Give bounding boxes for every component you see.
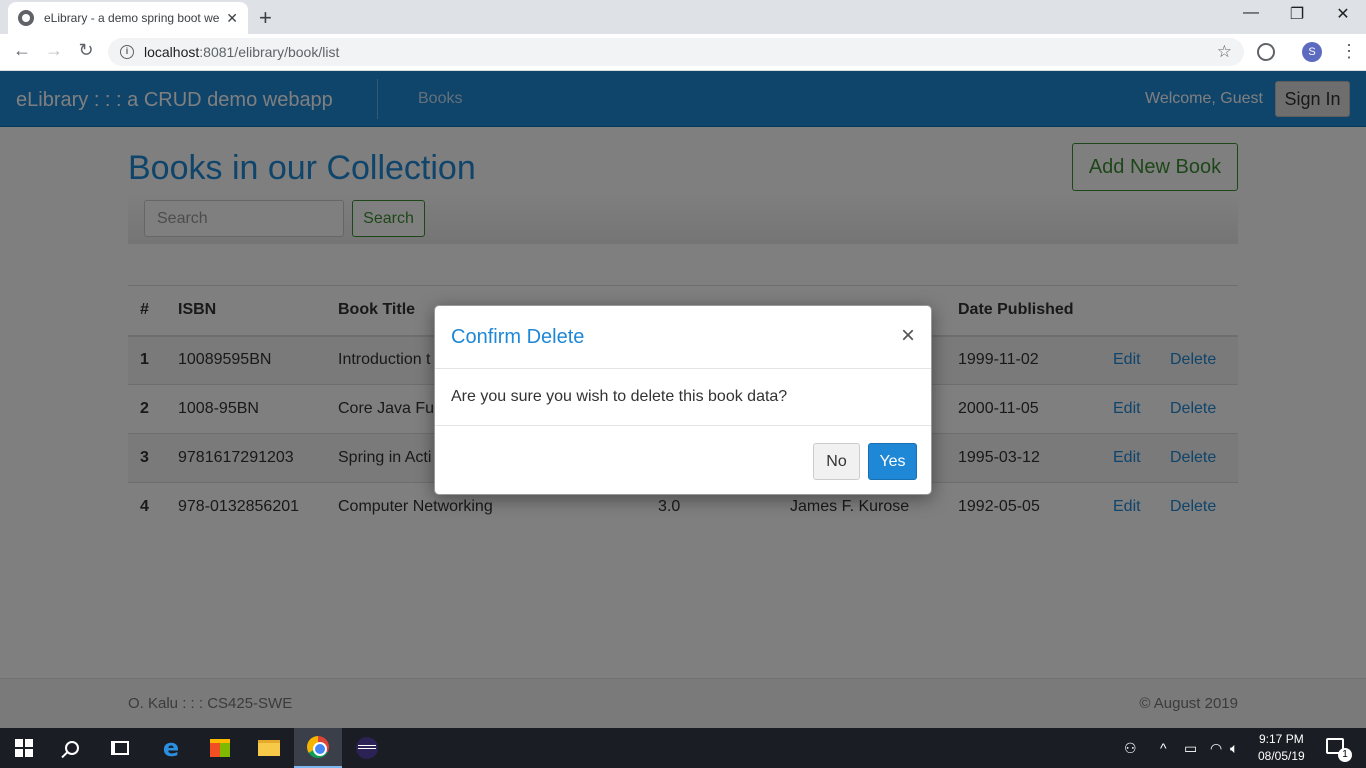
back-arrow-icon[interactable]: ← [10, 40, 34, 61]
modal-header: Confirm Delete × [435, 306, 931, 369]
web-page: eLibrary : : : a CRUD demo webapp Books … [0, 71, 1366, 728]
yes-button[interactable]: Yes [868, 443, 917, 480]
close-icon[interactable]: × [901, 324, 915, 348]
browser-tabstrip: eLibrary - a demo spring boot we ✕ + — ❐… [0, 0, 1366, 34]
bookmark-star-icon[interactable]: ☆ [1217, 42, 1232, 62]
browser-tab[interactable]: eLibrary - a demo spring boot we ✕ [8, 2, 248, 34]
browser-menu-icon[interactable]: ⋮ [1340, 41, 1358, 62]
forward-arrow-icon[interactable]: → [42, 40, 66, 61]
chevron-up-icon[interactable]: ^ [1160, 740, 1167, 756]
taskbar-file-explorer[interactable] [245, 728, 293, 768]
taskbar-search-button[interactable] [48, 728, 96, 768]
modal-message: Are you sure you wish to delete this boo… [451, 388, 788, 405]
clock-date: 08/05/19 [1258, 749, 1305, 763]
start-button[interactable] [0, 728, 48, 768]
clock-time: 9:17 PM [1259, 732, 1304, 746]
no-button[interactable]: No [813, 443, 860, 480]
windows-taskbar: e ⚇ ^ ▭ ◠ 🔈︎ 9:17 PM 08/05/19 1 [0, 728, 1366, 768]
task-view-icon [111, 741, 129, 755]
task-view-button[interactable] [96, 728, 144, 768]
windows-logo-icon [15, 739, 33, 757]
reload-icon[interactable]: ↻ [74, 40, 98, 61]
modal-title: Confirm Delete [451, 326, 585, 348]
globe-icon [18, 10, 34, 26]
browser-toolbar: ← → ↻ i localhost:8081/elibrary/book/lis… [0, 34, 1366, 71]
url-host: localhost [144, 44, 200, 60]
profile-avatar[interactable]: S [1302, 42, 1322, 62]
taskbar-store[interactable] [196, 728, 244, 768]
people-icon[interactable]: ⚇ [1124, 740, 1137, 757]
wifi-icon[interactable]: ◠ [1210, 740, 1222, 757]
chrome-icon [307, 736, 329, 758]
modal-footer: No Yes [435, 425, 931, 495]
tab-title: eLibrary - a demo spring boot we [44, 11, 220, 25]
folder-icon [258, 740, 280, 756]
notification-badge: 1 [1338, 748, 1352, 762]
confirm-delete-dialog: Confirm Delete × Are you sure you wish t… [434, 305, 932, 495]
close-window-button[interactable]: ✕ [1320, 4, 1366, 24]
search-icon [65, 741, 79, 755]
url-path: :8081/elibrary/book/list [199, 44, 340, 60]
volume-icon[interactable]: 🔈︎ [1230, 740, 1238, 757]
extension-icon[interactable] [1257, 43, 1275, 61]
taskbar-clock[interactable]: 9:17 PM 08/05/19 [1258, 731, 1305, 765]
tab-close-icon[interactable]: ✕ [226, 10, 238, 27]
store-icon [210, 739, 230, 757]
restore-button[interactable]: ❐ [1274, 4, 1320, 24]
battery-icon[interactable]: ▭ [1184, 740, 1197, 757]
new-tab-button[interactable]: + [259, 5, 272, 31]
taskbar-eclipse[interactable] [343, 728, 391, 768]
minimize-button[interactable]: — [1228, 4, 1274, 22]
eclipse-icon [356, 737, 378, 759]
site-info-icon[interactable]: i [120, 45, 134, 59]
url-text: localhost:8081/elibrary/book/list [144, 44, 339, 60]
taskbar-edge[interactable]: e [147, 728, 195, 768]
edge-icon: e [162, 734, 180, 762]
address-bar[interactable]: i localhost:8081/elibrary/book/list ☆ [108, 38, 1244, 66]
taskbar-chrome[interactable] [294, 728, 342, 768]
